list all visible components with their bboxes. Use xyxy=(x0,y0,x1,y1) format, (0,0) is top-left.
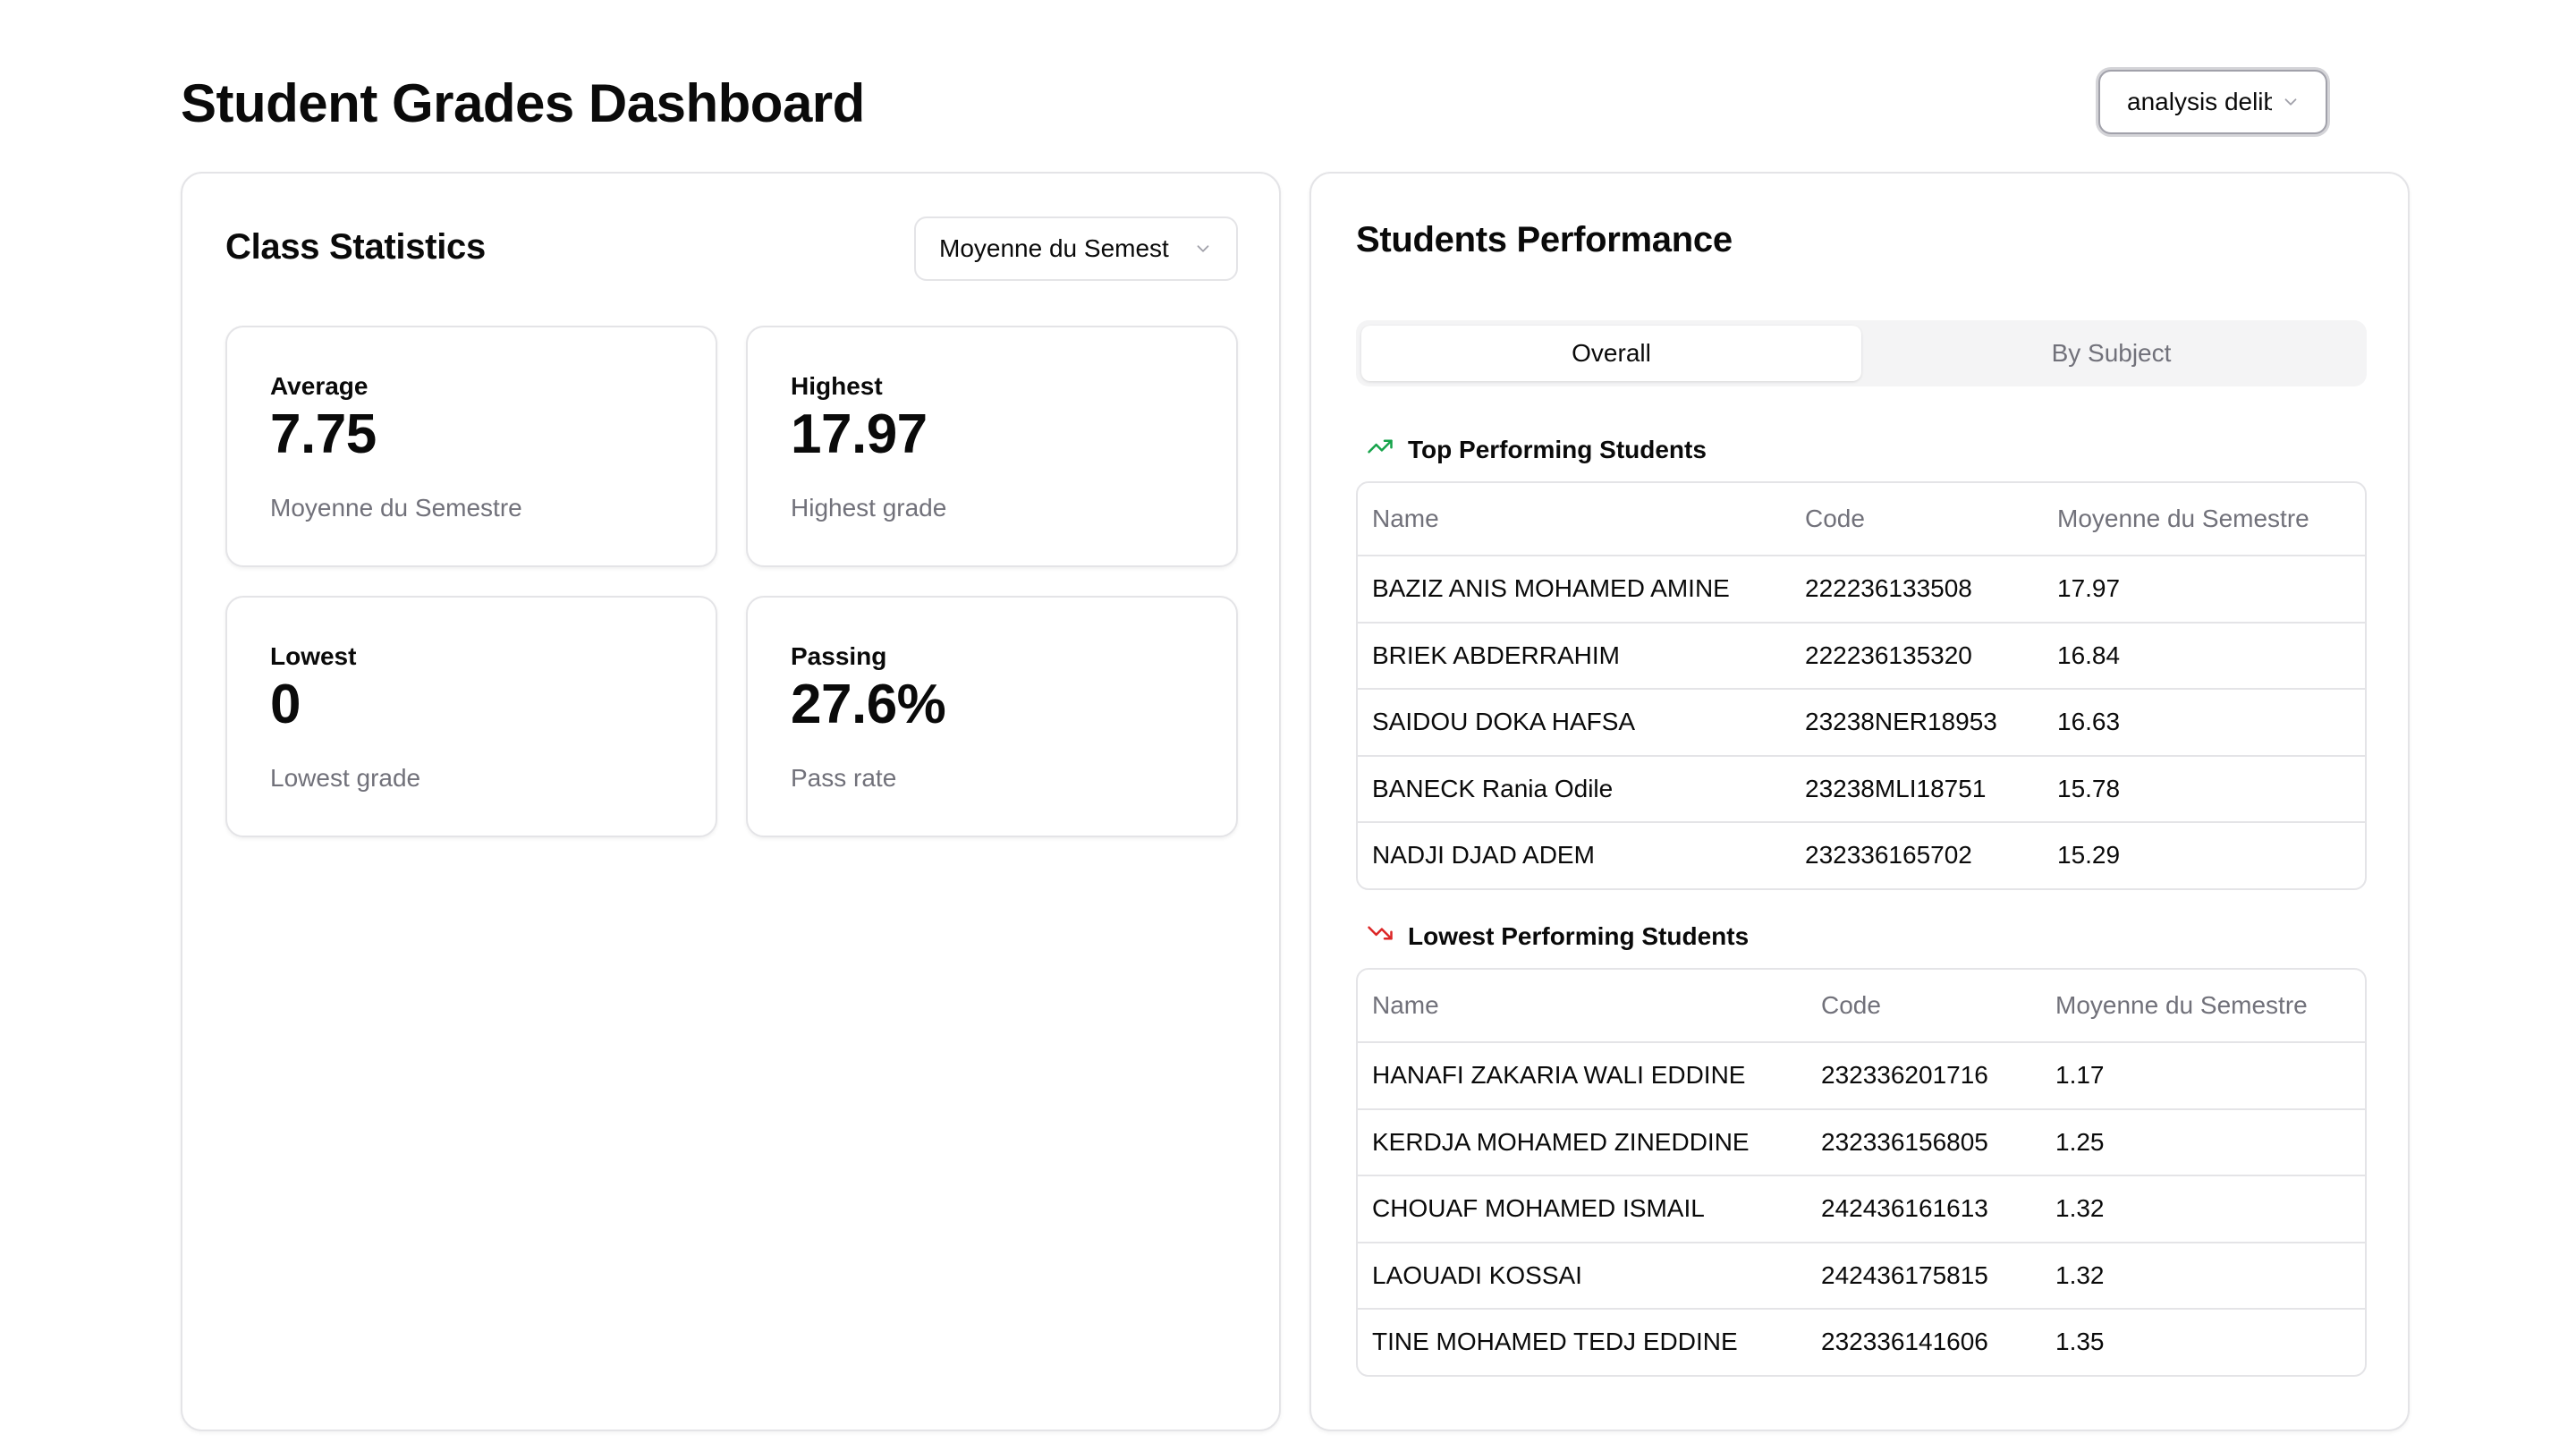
table-row[interactable]: BRIEK ABDERRAHIM 222236135320 16.84 xyxy=(1358,621,2365,689)
table-row[interactable]: TINE MOHAMED TEDJ EDDINE 232336141606 1.… xyxy=(1358,1308,2365,1375)
student-average: 1.35 xyxy=(2055,1328,2105,1356)
statistic-metric-select[interactable]: Moyenne du Semest xyxy=(914,216,1238,281)
student-average: 16.63 xyxy=(2057,708,2121,736)
column-header-code[interactable]: Code xyxy=(1821,991,2055,1020)
column-header-code[interactable]: Code xyxy=(1805,505,2057,533)
student-average: 1.32 xyxy=(2055,1260,2105,1289)
student-average: 17.97 xyxy=(2057,574,2121,603)
trending-up-icon xyxy=(1367,433,1394,466)
stat-description: Moyenne du Semestre xyxy=(270,494,522,522)
student-average: 1.25 xyxy=(2055,1127,2105,1156)
student-code: 23238MLI18751 xyxy=(1805,774,1987,802)
table-row[interactable]: SAIDOU DOKA HAFSA 23238NER18953 16.63 xyxy=(1358,688,2365,755)
student-code: 232336201716 xyxy=(1821,1061,1988,1090)
stat-card-passing: Passing 27.6% Pass rate xyxy=(746,596,1238,837)
column-header-name[interactable]: Name xyxy=(1372,505,1805,533)
top-performing-heading: Top Performing Students xyxy=(1367,433,1707,466)
student-code: 242436161613 xyxy=(1821,1194,1988,1223)
stat-value: 7.75 xyxy=(270,403,377,465)
student-code: 232336165702 xyxy=(1805,841,1972,870)
table-header-row: Name Code Moyenne du Semestre xyxy=(1358,970,2365,1041)
page-title: Student Grades Dashboard xyxy=(181,73,865,133)
table-row[interactable]: HANAFI ZAKARIA WALI EDDINE 232336201716 … xyxy=(1358,1041,2365,1108)
student-average: 15.78 xyxy=(2057,774,2121,802)
top-students-table: Name Code Moyenne du Semestre BAZIZ ANIS… xyxy=(1356,481,2367,890)
table-row[interactable]: LAOUADI KOSSAI 242436175815 1.32 xyxy=(1358,1241,2365,1309)
column-header-name[interactable]: Name xyxy=(1372,991,1821,1020)
stat-description: Pass rate xyxy=(791,764,897,792)
chevron-down-icon xyxy=(1193,239,1213,259)
student-name: BRIEK ABDERRAHIM xyxy=(1372,641,1620,669)
stat-label: Passing xyxy=(791,642,887,670)
student-name: NADJI DJAD ADEM xyxy=(1372,841,1595,870)
lowest-performing-heading-text: Lowest Performing Students xyxy=(1408,921,1750,950)
students-performance-card: Students Performance Overall By Subject … xyxy=(1309,172,2410,1431)
student-average: 15.29 xyxy=(2057,841,2121,870)
table-row[interactable]: CHOUAF MOHAMED ISMAIL 242436161613 1.32 xyxy=(1358,1175,2365,1242)
stat-label: Average xyxy=(270,372,369,400)
stat-description: Highest grade xyxy=(791,494,947,522)
student-average: 16.84 xyxy=(2057,641,2121,669)
tab-overall[interactable]: Overall xyxy=(1361,326,1861,381)
student-code: 222236133508 xyxy=(1805,574,1972,603)
dashboard-page: Student Grades Dashboard analysis delibe… xyxy=(0,0,2576,1451)
stat-card-highest: Highest 17.97 Highest grade xyxy=(746,326,1238,567)
analysis-select-value: analysis deliberation xyxy=(2127,88,2272,115)
stat-value: 0 xyxy=(270,674,301,735)
class-statistics-card: Class Statistics Moyenne du Semest Avera… xyxy=(181,172,1281,1431)
students-performance-title: Students Performance xyxy=(1356,220,1733,259)
stat-label: Highest xyxy=(791,372,883,400)
stat-description: Lowest grade xyxy=(270,764,421,792)
table-row[interactable]: BAZIZ ANIS MOHAMED AMINE 222236133508 17… xyxy=(1358,555,2365,622)
student-name: BAZIZ ANIS MOHAMED AMINE xyxy=(1372,574,1730,603)
student-average: 1.32 xyxy=(2055,1194,2105,1223)
student-code: 232336156805 xyxy=(1821,1127,1988,1156)
table-row[interactable]: BANECK Rania Odile 23238MLI18751 15.78 xyxy=(1358,754,2365,822)
stat-label: Lowest xyxy=(270,642,357,670)
analysis-select[interactable]: analysis deliberation xyxy=(2098,70,2327,134)
class-statistics-title: Class Statistics xyxy=(225,227,486,267)
top-performing-heading-text: Top Performing Students xyxy=(1408,435,1707,463)
student-code: 23238NER18953 xyxy=(1805,708,1997,736)
statistic-metric-select-value: Moyenne du Semest xyxy=(939,234,1169,262)
column-header-moyenne[interactable]: Moyenne du Semestre xyxy=(2057,505,2309,533)
student-code: 242436175815 xyxy=(1821,1260,1988,1289)
chevron-down-icon xyxy=(2281,92,2301,112)
student-name: LAOUADI KOSSAI xyxy=(1372,1260,1582,1289)
trending-down-icon xyxy=(1367,920,1394,953)
lowest-students-table: Name Code Moyenne du Semestre HANAFI ZAK… xyxy=(1356,968,2367,1377)
column-header-moyenne[interactable]: Moyenne du Semestre xyxy=(2055,991,2308,1020)
student-code: 232336141606 xyxy=(1821,1328,1988,1356)
tab-by-subject[interactable]: By Subject xyxy=(1861,326,2361,381)
student-average: 1.17 xyxy=(2055,1061,2105,1090)
student-name: SAIDOU DOKA HAFSA xyxy=(1372,708,1636,736)
student-name: BANECK Rania Odile xyxy=(1372,774,1614,802)
stat-card-average: Average 7.75 Moyenne du Semestre xyxy=(225,326,717,567)
performance-tabs: Overall By Subject xyxy=(1356,320,2367,386)
stat-value: 27.6% xyxy=(791,674,946,735)
student-name: KERDJA MOHAMED ZINEDDINE xyxy=(1372,1127,1750,1156)
student-code: 222236135320 xyxy=(1805,641,1972,669)
table-row[interactable]: KERDJA MOHAMED ZINEDDINE 232336156805 1.… xyxy=(1358,1107,2365,1175)
student-name: HANAFI ZAKARIA WALI EDDINE xyxy=(1372,1061,1746,1090)
stat-card-lowest: Lowest 0 Lowest grade xyxy=(225,596,717,837)
table-row[interactable]: NADJI DJAD ADEM 232336165702 15.29 xyxy=(1358,821,2365,888)
table-header-row: Name Code Moyenne du Semestre xyxy=(1358,483,2365,555)
student-name: TINE MOHAMED TEDJ EDDINE xyxy=(1372,1328,1738,1356)
lowest-performing-heading: Lowest Performing Students xyxy=(1367,920,1749,953)
stat-value: 17.97 xyxy=(791,403,928,465)
student-name: CHOUAF MOHAMED ISMAIL xyxy=(1372,1194,1705,1223)
